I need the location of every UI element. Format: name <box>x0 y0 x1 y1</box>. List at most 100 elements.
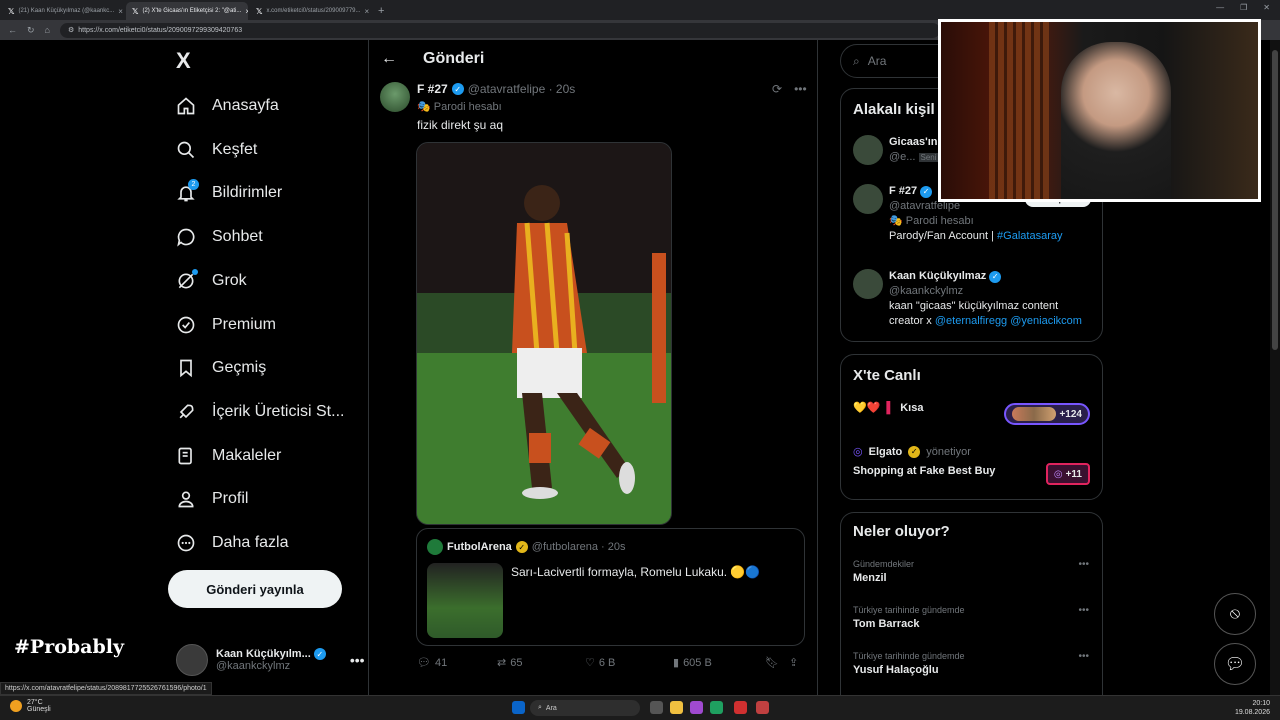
x-logo-icon[interactable]: X <box>176 48 191 74</box>
new-tab-button[interactable]: + <box>378 2 384 20</box>
edge-icon[interactable] <box>710 701 723 714</box>
premium-icon <box>177 316 195 334</box>
back-arrow-icon[interactable]: ← <box>381 50 397 68</box>
nav-item-home[interactable]: Anasayfa <box>176 96 279 116</box>
browser-tab-2[interactable]: 𝕏 (2) X'te Gicaas'ın Etiketçisi 2: "@ati.… <box>126 2 248 20</box>
football-player-image <box>417 143 671 524</box>
chrome-icon[interactable] <box>756 701 769 714</box>
system-clock[interactable]: 20:10 19.08.2026 <box>1235 699 1270 717</box>
grok-floating-button[interactable]: ⦸ <box>1214 593 1256 635</box>
live-emoji: 💛❤️ <box>853 402 881 414</box>
host-avatar-icon: ◎ <box>853 446 863 458</box>
author-handle[interactable]: @atavratfelipe · 20s <box>468 82 576 96</box>
tweet-actions: 💬︎ 41 ⇄ 65 ♡ 6 B ▮ 605 B 🔖︎ ⇪ <box>417 656 807 670</box>
live-listeners-pill[interactable]: ◎ +11 <box>1045 463 1090 485</box>
back-icon[interactable]: ← <box>8 25 17 35</box>
nav-item-notifications[interactable]: 2 Bildirimler <box>176 179 283 203</box>
quoted-tweet-thumbnail[interactable] <box>427 563 503 638</box>
browser-tab-3[interactable]: 𝕏x.com/etiketci0/status/209009779... × <box>250 2 372 20</box>
reload-icon[interactable]: ↻ <box>27 25 35 36</box>
account-switcher[interactable]: Kaan Küçükyılm... ✓ @kaankckylmz ••• <box>176 644 365 676</box>
app-icon[interactable] <box>690 701 703 714</box>
article-icon <box>178 447 192 465</box>
nav-item-bookmarks[interactable]: Geçmiş <box>176 358 266 378</box>
live-item[interactable]: 💛❤️ ▌ Kısa <box>853 401 924 415</box>
follows-you-badge: Seni <box>918 153 939 162</box>
live-item[interactable]: Shopping at Fake Best Buy <box>853 465 995 477</box>
live-label: Kısa <box>900 401 924 414</box>
nav-item-grok[interactable]: Grok <box>176 269 247 291</box>
trend-item[interactable]: Türkiye tarihinde gündemde Yusuf Halaçoğ… <box>853 651 1093 676</box>
related-person[interactable]: Gicaas'ın @e... Seni <box>853 135 939 165</box>
browser-tab-1[interactable]: 𝕏 (21) Kaan Küçükyılmaz (@kaankc... × <box>2 2 124 20</box>
app-icon[interactable] <box>734 701 747 714</box>
trend-topic: Yusuf Halaçoğlu <box>853 664 939 676</box>
card-title: X'te Canlı <box>853 367 921 384</box>
webcam-overlay <box>938 19 1261 202</box>
person-handle: @e... <box>889 151 916 163</box>
start-icon[interactable] <box>512 701 525 714</box>
more-dots-icon[interactable]: ••• <box>350 652 365 668</box>
tweet-photo[interactable] <box>416 142 672 525</box>
nav-label: Anasayfa <box>212 97 279 114</box>
task-view-icon[interactable] <box>650 701 663 714</box>
nav-label: Sohbet <box>212 228 263 245</box>
nav-item-profile[interactable]: Profil <box>176 489 248 509</box>
bookmark-button[interactable]: 🔖︎ <box>765 656 789 669</box>
share-button[interactable]: ⇪ <box>789 656 798 669</box>
related-person[interactable]: Kaan Küçükyılmaz ✓ @kaankckylmz kaan "gic… <box>853 269 1089 329</box>
quoted-tweet[interactable]: FutbolArena ✓ @futbolarena · 20s Sarı-La… <box>416 528 805 646</box>
more-dots-icon[interactable]: ••• <box>1078 651 1089 662</box>
search-placeholder: Ara <box>867 54 887 68</box>
minimize-icon[interactable]: — <box>1216 3 1224 12</box>
more-dots-icon[interactable]: ••• <box>1078 605 1089 616</box>
live-listeners-pill[interactable]: +124 <box>1004 403 1090 425</box>
avatar[interactable] <box>380 82 410 112</box>
parody-text: Parodi hesabı <box>433 101 502 113</box>
site-info-icon[interactable]: ⚙ <box>68 26 74 34</box>
trend-item[interactable]: Gündemdekiler Menzil ••• <box>853 559 1093 584</box>
nav-item-articles[interactable]: Makaleler <box>176 446 281 466</box>
author-name[interactable]: F #27 <box>417 82 448 96</box>
home-browser-icon[interactable]: ⌂ <box>45 25 50 35</box>
post-button[interactable]: Gönderi yayınla <box>168 570 342 608</box>
mention-links[interactable]: @eternalfiregg @yeniacikcom <box>935 315 1082 327</box>
nav-item-chat[interactable]: Sohbet <box>176 227 263 247</box>
grok-explain-icon[interactable]: ⟳ <box>772 82 782 96</box>
scrollbar[interactable] <box>1270 40 1280 695</box>
person-name: Kaan Küçükyılmaz <box>889 270 987 282</box>
close-icon[interactable]: × <box>245 7 248 16</box>
views-icon: ▮ <box>673 657 680 669</box>
taskbar-search[interactable]: ⌕ Ara <box>530 700 640 716</box>
nav-item-more[interactable]: Daha fazla <box>176 533 289 553</box>
url-field[interactable]: ⚙ https://x.com/etiketci0/status/20900972… <box>59 22 940 38</box>
nav-label: Premium <box>212 316 277 333</box>
messages-floating-button[interactable]: 💬︎ <box>1214 643 1256 685</box>
scrollbar-thumb[interactable] <box>1272 50 1278 350</box>
nav-item-creator-studio[interactable]: İçerik Üreticisi St... <box>176 402 344 422</box>
nav-label: İçerik Üreticisi St... <box>212 403 345 420</box>
like-button[interactable]: ♡ 6 B <box>585 656 673 670</box>
tweet-author[interactable]: F #27 ✓ @atavratfelipe · 20s <box>417 82 575 96</box>
repost-icon: ⇄ <box>497 657 507 669</box>
trend-item[interactable]: Türkiye tarihinde gündemde Tom Barrack •… <box>853 605 1093 630</box>
more-dots-icon[interactable]: ••• <box>794 82 807 96</box>
weather-widget[interactable]: 27°C Güneşli <box>10 699 51 713</box>
reply-button[interactable]: 💬︎ 41 <box>417 656 497 670</box>
live-host[interactable]: ◎ Elgato ✓ yönetiyor <box>853 445 971 458</box>
views-button[interactable]: ▮ 605 B <box>673 656 765 670</box>
tweet-text: fizik direkt şu aq <box>417 118 504 132</box>
hashtag-link[interactable]: #Galatasaray <box>997 230 1062 242</box>
file-explorer-icon[interactable] <box>670 701 683 714</box>
nav-label: Bildirimler <box>212 184 283 201</box>
close-icon[interactable]: × <box>118 7 123 16</box>
more-dots-icon[interactable]: ••• <box>1078 559 1089 570</box>
maximize-icon[interactable]: ❐ <box>1240 3 1247 12</box>
close-icon[interactable]: × <box>365 7 370 16</box>
repost-button[interactable]: ⇄ 65 <box>497 656 585 670</box>
verified-icon: ✓ <box>313 648 326 661</box>
verified-icon: ✓ <box>989 270 1002 283</box>
close-window-icon[interactable]: ✕ <box>1263 3 1270 12</box>
nav-item-premium[interactable]: Premium <box>176 315 276 335</box>
nav-item-explore[interactable]: Keşfet <box>176 140 257 160</box>
